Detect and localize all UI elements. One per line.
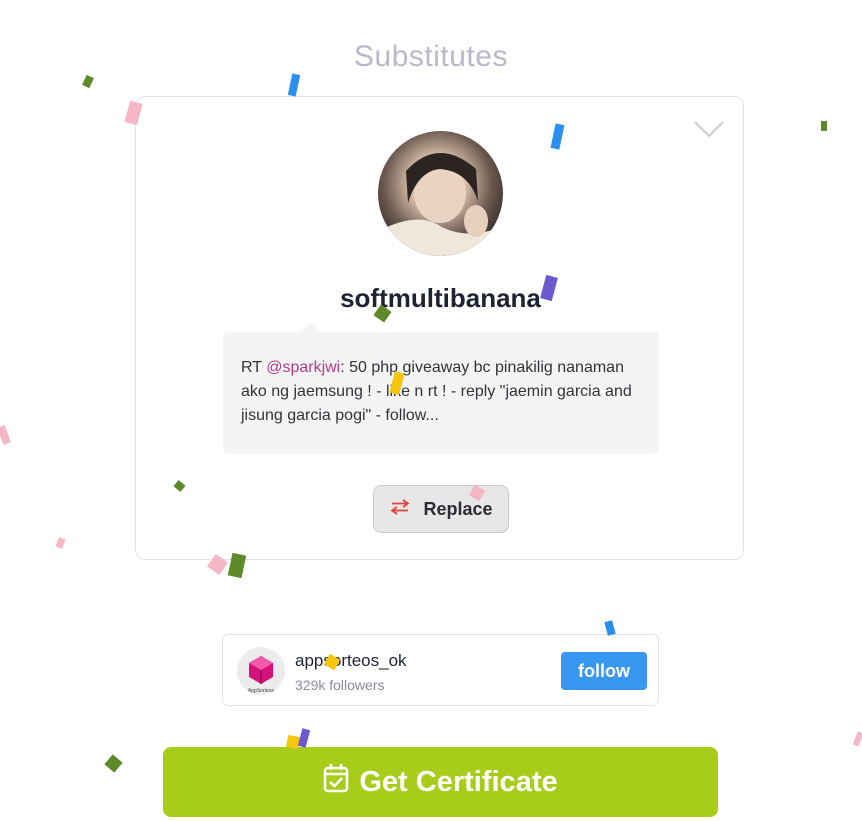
- certificate-label: Get Certificate: [359, 765, 558, 798]
- logo-caption: AppSorteos: [248, 688, 275, 694]
- tweet-bubble: RT @sparkjwi: 50 php giveaway bc pinakil…: [223, 323, 659, 454]
- confetti-piece: [852, 731, 862, 747]
- calendar-check-icon: [323, 763, 349, 801]
- section-title: Substitutes: [354, 40, 508, 73]
- confetti-piece: [0, 425, 11, 445]
- appsorteos-logo-icon: AppSorteos: [237, 647, 285, 695]
- confetti-piece: [297, 728, 311, 748]
- winner-username: softmultibanana: [340, 283, 541, 313]
- confetti-piece: [287, 73, 301, 97]
- tweet-mention-link[interactable]: @sparkjwi: [266, 359, 340, 376]
- replace-button[interactable]: Replace: [373, 485, 509, 533]
- swap-arrows-icon: [389, 498, 411, 520]
- confetti-piece: [104, 754, 123, 773]
- winner-card: softmultibanana RT @sparkjwi: 50 php giv…: [135, 96, 744, 560]
- winner-avatar: [378, 131, 503, 256]
- account-name[interactable]: appsorteos_ok: [295, 651, 407, 671]
- confetti-piece: [82, 74, 94, 89]
- follower-count: 329k followers: [295, 677, 385, 693]
- get-certificate-button[interactable]: Get Certificate: [163, 747, 718, 817]
- replace-label: Replace: [423, 498, 493, 519]
- confetti-piece: [227, 552, 247, 579]
- tweet-prefix: RT: [241, 359, 267, 376]
- confetti-piece: [55, 537, 66, 549]
- chevron-down-icon[interactable]: [693, 119, 725, 139]
- follow-widget: AppSorteos appsorteos_ok 329k followers …: [222, 634, 659, 706]
- follow-button[interactable]: follow: [561, 652, 647, 690]
- confetti-piece: [821, 121, 827, 131]
